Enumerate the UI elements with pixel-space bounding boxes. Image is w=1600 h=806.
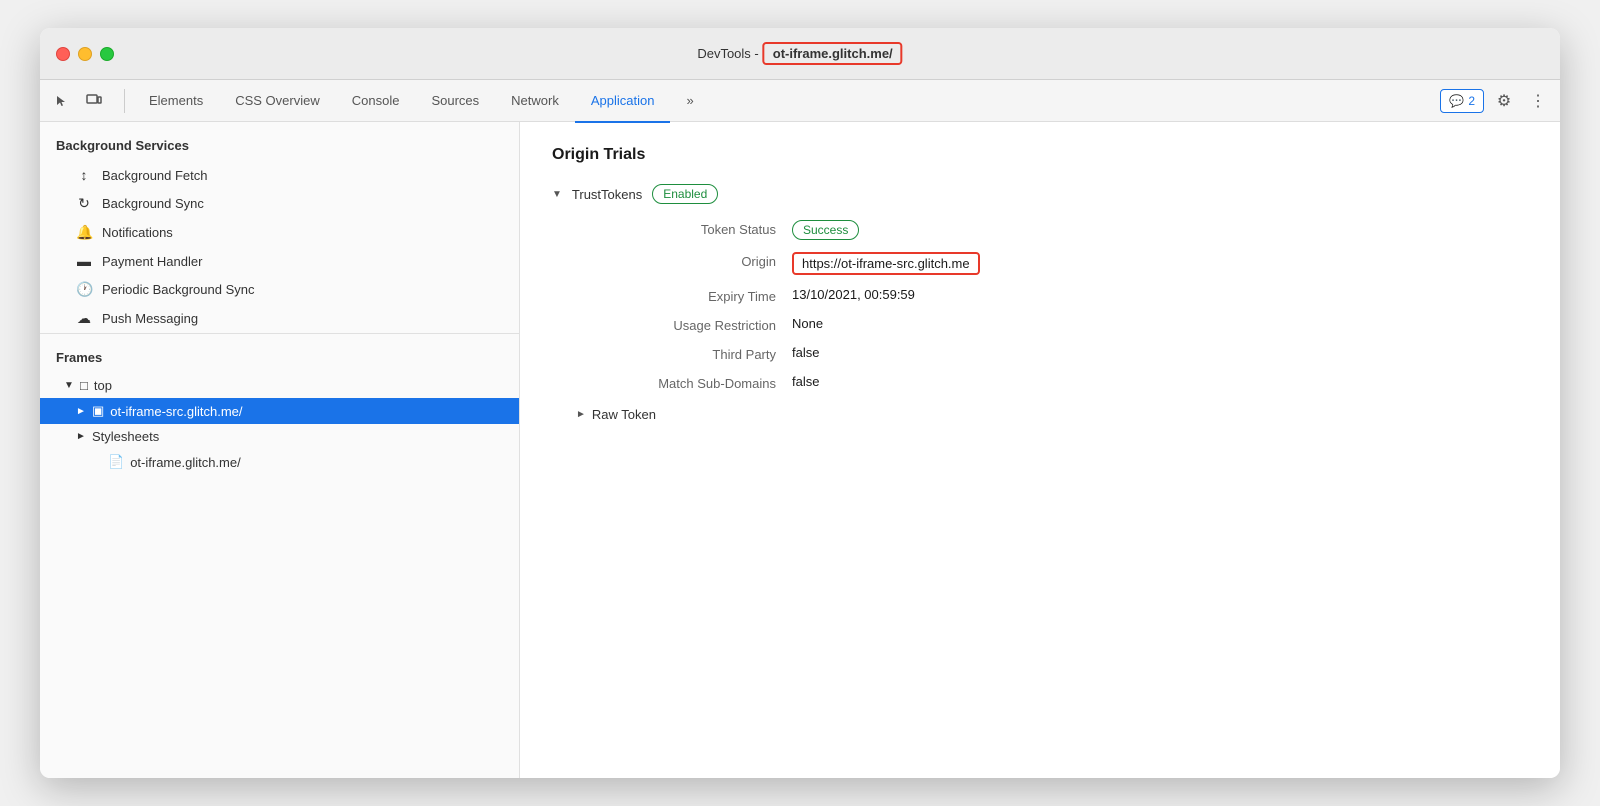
sidebar-item-notifications[interactable]: 🔔 Notifications (40, 218, 519, 247)
sidebar-item-periodic-background-sync[interactable]: 🕐 Periodic Background Sync (40, 275, 519, 304)
tab-console[interactable]: Console (336, 81, 416, 123)
arrow-right-icon: ► (76, 431, 86, 442)
trust-tokens-name: TrustTokens (572, 187, 642, 202)
frames-title: Frames (40, 342, 519, 373)
title-url: ot-iframe.glitch.me/ (763, 42, 903, 65)
frame-ot-iframe-src[interactable]: ► ▣ ot-iframe-src.glitch.me/ (40, 398, 519, 424)
title-prefix: DevTools - (697, 46, 758, 61)
chat-icon: 💬 (1449, 94, 1464, 108)
background-services-title: Background Services (40, 122, 519, 161)
toolbar-tabs: Elements CSS Overview Console Sources Ne… (133, 80, 710, 122)
tab-network[interactable]: Network (495, 81, 575, 123)
tab-more[interactable]: » (670, 81, 709, 123)
toolbar-right: 💬 2 ⚙ ⋮ (1440, 87, 1552, 115)
toolbar-icons (48, 87, 108, 115)
file-icon: 📄 (108, 454, 124, 470)
more-options-button[interactable]: ⋮ (1524, 87, 1552, 115)
sidebar-item-background-fetch[interactable]: ↕ Background Fetch (40, 161, 519, 189)
page-title: Origin Trials (552, 146, 1528, 164)
frame-top[interactable]: ▼ □ top (40, 373, 519, 398)
origin-url-box: https://ot-iframe-src.glitch.me (792, 252, 980, 275)
toolbar: Elements CSS Overview Console Sources Ne… (40, 80, 1560, 122)
sidebar: Background Services ↕ Background Fetch ↻… (40, 122, 520, 778)
content-area: Origin Trials ▼ TrustTokens Enabled Toke… (520, 122, 1560, 778)
fetch-icon: ↕ (76, 167, 92, 183)
usage-restriction-label: Usage Restriction (576, 316, 776, 333)
cursor-icon[interactable] (48, 87, 76, 115)
match-sub-domains-value: false (792, 374, 1528, 391)
traffic-lights (56, 47, 114, 61)
devtools-window: DevTools - ot-iframe.glitch.me/ Elements (40, 28, 1560, 778)
payment-icon: ▬ (76, 253, 92, 269)
arrow-down-icon: ▼ (64, 380, 74, 391)
success-badge: Success (792, 220, 859, 240)
frame-stylesheets[interactable]: ► Stylesheets (40, 424, 519, 449)
frames-section: Frames ▼ □ top ► ▣ ot-iframe-src.glitch.… (40, 333, 519, 475)
token-status-label: Token Status (576, 220, 776, 240)
settings-button[interactable]: ⚙ (1490, 87, 1518, 115)
origin-value: https://ot-iframe-src.glitch.me (792, 252, 1528, 275)
sync-icon: ↻ (76, 195, 92, 212)
sidebar-item-background-sync[interactable]: ↻ Background Sync (40, 189, 519, 218)
tab-elements[interactable]: Elements (133, 81, 219, 123)
tab-sources[interactable]: Sources (415, 81, 495, 123)
sidebar-item-payment-handler[interactable]: ▬ Payment Handler (40, 247, 519, 275)
close-button[interactable] (56, 47, 70, 61)
usage-restriction-value: None (792, 316, 1528, 333)
minimize-button[interactable] (78, 47, 92, 61)
separator (124, 89, 125, 113)
raw-token-arrow-icon: ► (576, 409, 586, 420)
origin-label: Origin (576, 252, 776, 275)
chat-badge-button[interactable]: 💬 2 (1440, 89, 1484, 113)
third-party-value: false (792, 345, 1528, 362)
badge-count: 2 (1468, 94, 1475, 108)
trust-tokens-section: ▼ TrustTokens Enabled Token Status Succe… (552, 184, 1528, 422)
device-icon[interactable] (80, 87, 108, 115)
raw-token-label: Raw Token (592, 407, 656, 422)
expand-arrow-icon: ▼ (552, 189, 562, 200)
trust-tokens-header: ▼ TrustTokens Enabled (552, 184, 1528, 204)
title-bar: DevTools - ot-iframe.glitch.me/ (40, 28, 1560, 80)
raw-token-row[interactable]: ► Raw Token (552, 407, 1528, 422)
window-title: DevTools - ot-iframe.glitch.me/ (697, 42, 902, 65)
tab-css-overview[interactable]: CSS Overview (219, 81, 336, 123)
third-party-label: Third Party (576, 345, 776, 362)
expiry-time-label: Expiry Time (576, 287, 776, 304)
clock-icon: 🕐 (76, 281, 92, 298)
match-sub-domains-label: Match Sub-Domains (576, 374, 776, 391)
token-status-value: Success (792, 220, 1528, 240)
iframe-icon: ▣ (92, 403, 104, 419)
cloud-icon: ☁ (76, 310, 92, 327)
main-area: Background Services ↕ Background Fetch ↻… (40, 122, 1560, 778)
bell-icon: 🔔 (76, 224, 92, 241)
frame-ot-iframe[interactable]: 📄 ot-iframe.glitch.me/ (40, 449, 519, 475)
tab-application[interactable]: Application (575, 81, 671, 123)
detail-grid: Token Status Success Origin https://ot-i… (552, 220, 1528, 391)
sidebar-item-push-messaging[interactable]: ☁ Push Messaging (40, 304, 519, 333)
enabled-badge: Enabled (652, 184, 718, 204)
frame-icon: □ (80, 378, 88, 393)
arrow-right-icon: ► (76, 406, 86, 417)
fullscreen-button[interactable] (100, 47, 114, 61)
expiry-time-value: 13/10/2021, 00:59:59 (792, 287, 1528, 304)
